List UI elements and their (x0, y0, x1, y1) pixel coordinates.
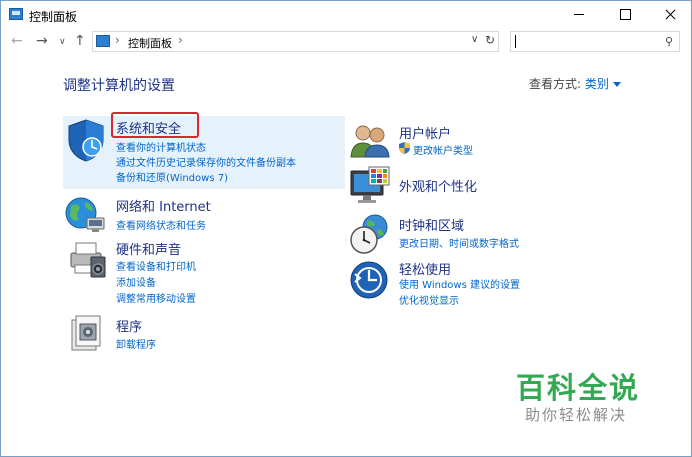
breadcrumb-separator[interactable]: › (115, 33, 120, 47)
category-network-internet-title[interactable]: 网络和 Internet (116, 196, 211, 215)
address-bar[interactable]: › 控制面板 › ∨ ↻ (92, 31, 499, 52)
text-caret (515, 35, 516, 48)
category-clock-region-title[interactable]: 时钟和区域 (399, 215, 464, 234)
ease-of-access-icon[interactable] (349, 260, 391, 302)
navigation-bar: ← → ∨ ↑ › 控制面板 › ∨ ↻ ⚲ (1, 29, 691, 55)
control-panel-window: 控制面板 ← → ∨ ↑ › 控制面板 › ∨ ↻ ⚲ 调整计算机的设置 查看方… (0, 0, 692, 457)
view-by-control[interactable]: 查看方式: 类别 (529, 75, 621, 92)
link-view-network-status[interactable]: 查看网络状态和任务 (116, 217, 206, 232)
title-bar: 控制面板 (1, 1, 691, 29)
watermark-title: 百科全说 (516, 371, 641, 405)
window-title: 控制面板 (29, 10, 78, 24)
control-panel-icon (9, 8, 23, 20)
search-input[interactable]: ⚲ (510, 31, 680, 52)
up-arrow-icon[interactable]: ↑ (74, 33, 86, 49)
category-programs-title[interactable]: 程序 (116, 316, 142, 335)
link-change-date-time-format[interactable]: 更改日期、时间或数字格式 (399, 235, 519, 250)
recent-locations-chevron-icon[interactable]: ∨ (59, 37, 66, 47)
dropdown-caret-icon[interactable] (612, 82, 621, 87)
link-backup-restore-windows7[interactable]: 备份和还原(Windows 7) (116, 169, 228, 184)
link-optimize-visual-display[interactable]: 优化视觉显示 (399, 292, 459, 307)
page-heading: 调整计算机的设置 (63, 78, 175, 94)
forward-arrow-icon[interactable]: → (36, 33, 48, 49)
shield-icon[interactable] (65, 118, 107, 162)
printer-icon[interactable] (65, 239, 107, 281)
globe-network-icon[interactable] (65, 194, 107, 234)
close-button[interactable] (647, 1, 692, 29)
programs-icon[interactable] (67, 314, 103, 354)
back-arrow-icon[interactable]: ← (11, 33, 23, 49)
maximize-button[interactable] (602, 1, 648, 29)
link-mobility-settings[interactable]: 调整常用移动设置 (116, 290, 196, 305)
view-by-dropdown[interactable]: 类别 (585, 77, 621, 91)
users-icon[interactable] (349, 123, 391, 159)
watermark-subtitle: 助你轻松解决 (525, 406, 628, 424)
link-add-device[interactable]: 添加设备 (116, 274, 156, 289)
link-file-history-backup[interactable]: 通过文件历史记录保存你的文件备份副本 (116, 154, 296, 169)
address-dropdown-chevron-icon[interactable]: ∨ (471, 34, 478, 45)
view-by-value[interactable]: 类别 (585, 77, 609, 91)
link-uninstall-program[interactable]: 卸载程序 (116, 336, 156, 351)
link-view-devices-printers[interactable]: 查看设备和打印机 (116, 258, 196, 273)
control-panel-address-icon (96, 35, 110, 47)
category-user-accounts-title[interactable]: 用户帐户 (399, 123, 451, 142)
clock-globe-icon[interactable] (349, 213, 391, 255)
uac-shield-icon (399, 142, 410, 154)
breadcrumb-control-panel[interactable]: 控制面板 (128, 35, 172, 51)
link-windows-recommended-settings[interactable]: 使用 Windows 建议的设置 (399, 276, 520, 291)
refresh-icon[interactable]: ↻ (485, 33, 495, 47)
search-icon[interactable]: ⚲ (665, 35, 673, 48)
category-appearance-personalization-title[interactable]: 外观和个性化 (399, 176, 477, 195)
category-hardware-sound-title[interactable]: 硬件和声音 (116, 239, 181, 258)
annotation-highlight-box (111, 112, 199, 138)
view-by-label: 查看方式: (529, 77, 582, 91)
monitor-palette-icon[interactable] (349, 165, 391, 207)
link-view-computer-status[interactable]: 查看你的计算机状态 (116, 139, 206, 154)
link-change-account-type[interactable]: 更改帐户类型 (413, 142, 473, 157)
minimize-button[interactable] (556, 1, 602, 29)
breadcrumb-separator-end[interactable]: › (178, 33, 183, 47)
